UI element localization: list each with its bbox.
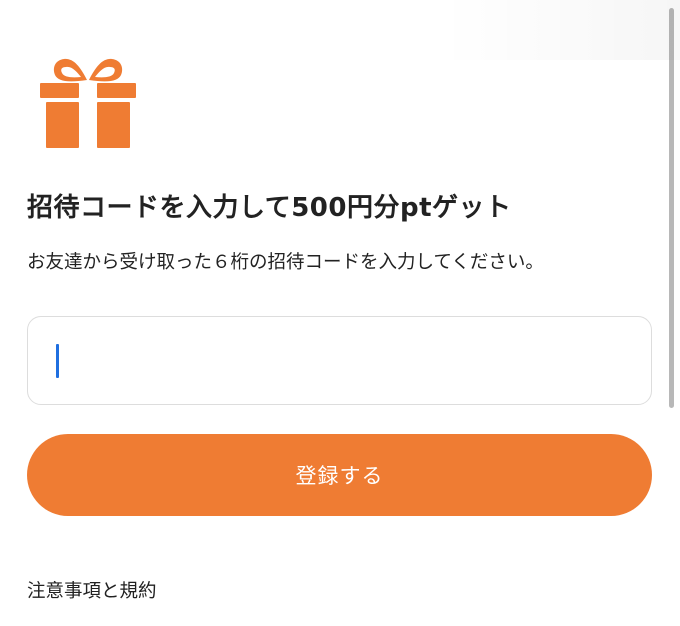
page-title: 招待コードを入力して500円分ptゲット: [27, 193, 512, 223]
invite-code-input[interactable]: [28, 317, 651, 404]
gift-icon: [40, 56, 136, 148]
register-button[interactable]: 登録する: [27, 434, 652, 516]
invite-code-field[interactable]: [27, 316, 652, 405]
terms-link[interactable]: 注意事項と規約: [27, 578, 157, 606]
scrollbar[interactable]: [669, 8, 674, 408]
top-shadow: [440, 0, 680, 60]
page-description: お友達から受け取った６桁の招待コードを入力してください。: [27, 252, 544, 273]
text-caret: [56, 344, 59, 378]
invite-code-screen: 招待コードを入力して500円分ptゲット お友達から受け取った６桁の招待コードを…: [0, 0, 680, 626]
